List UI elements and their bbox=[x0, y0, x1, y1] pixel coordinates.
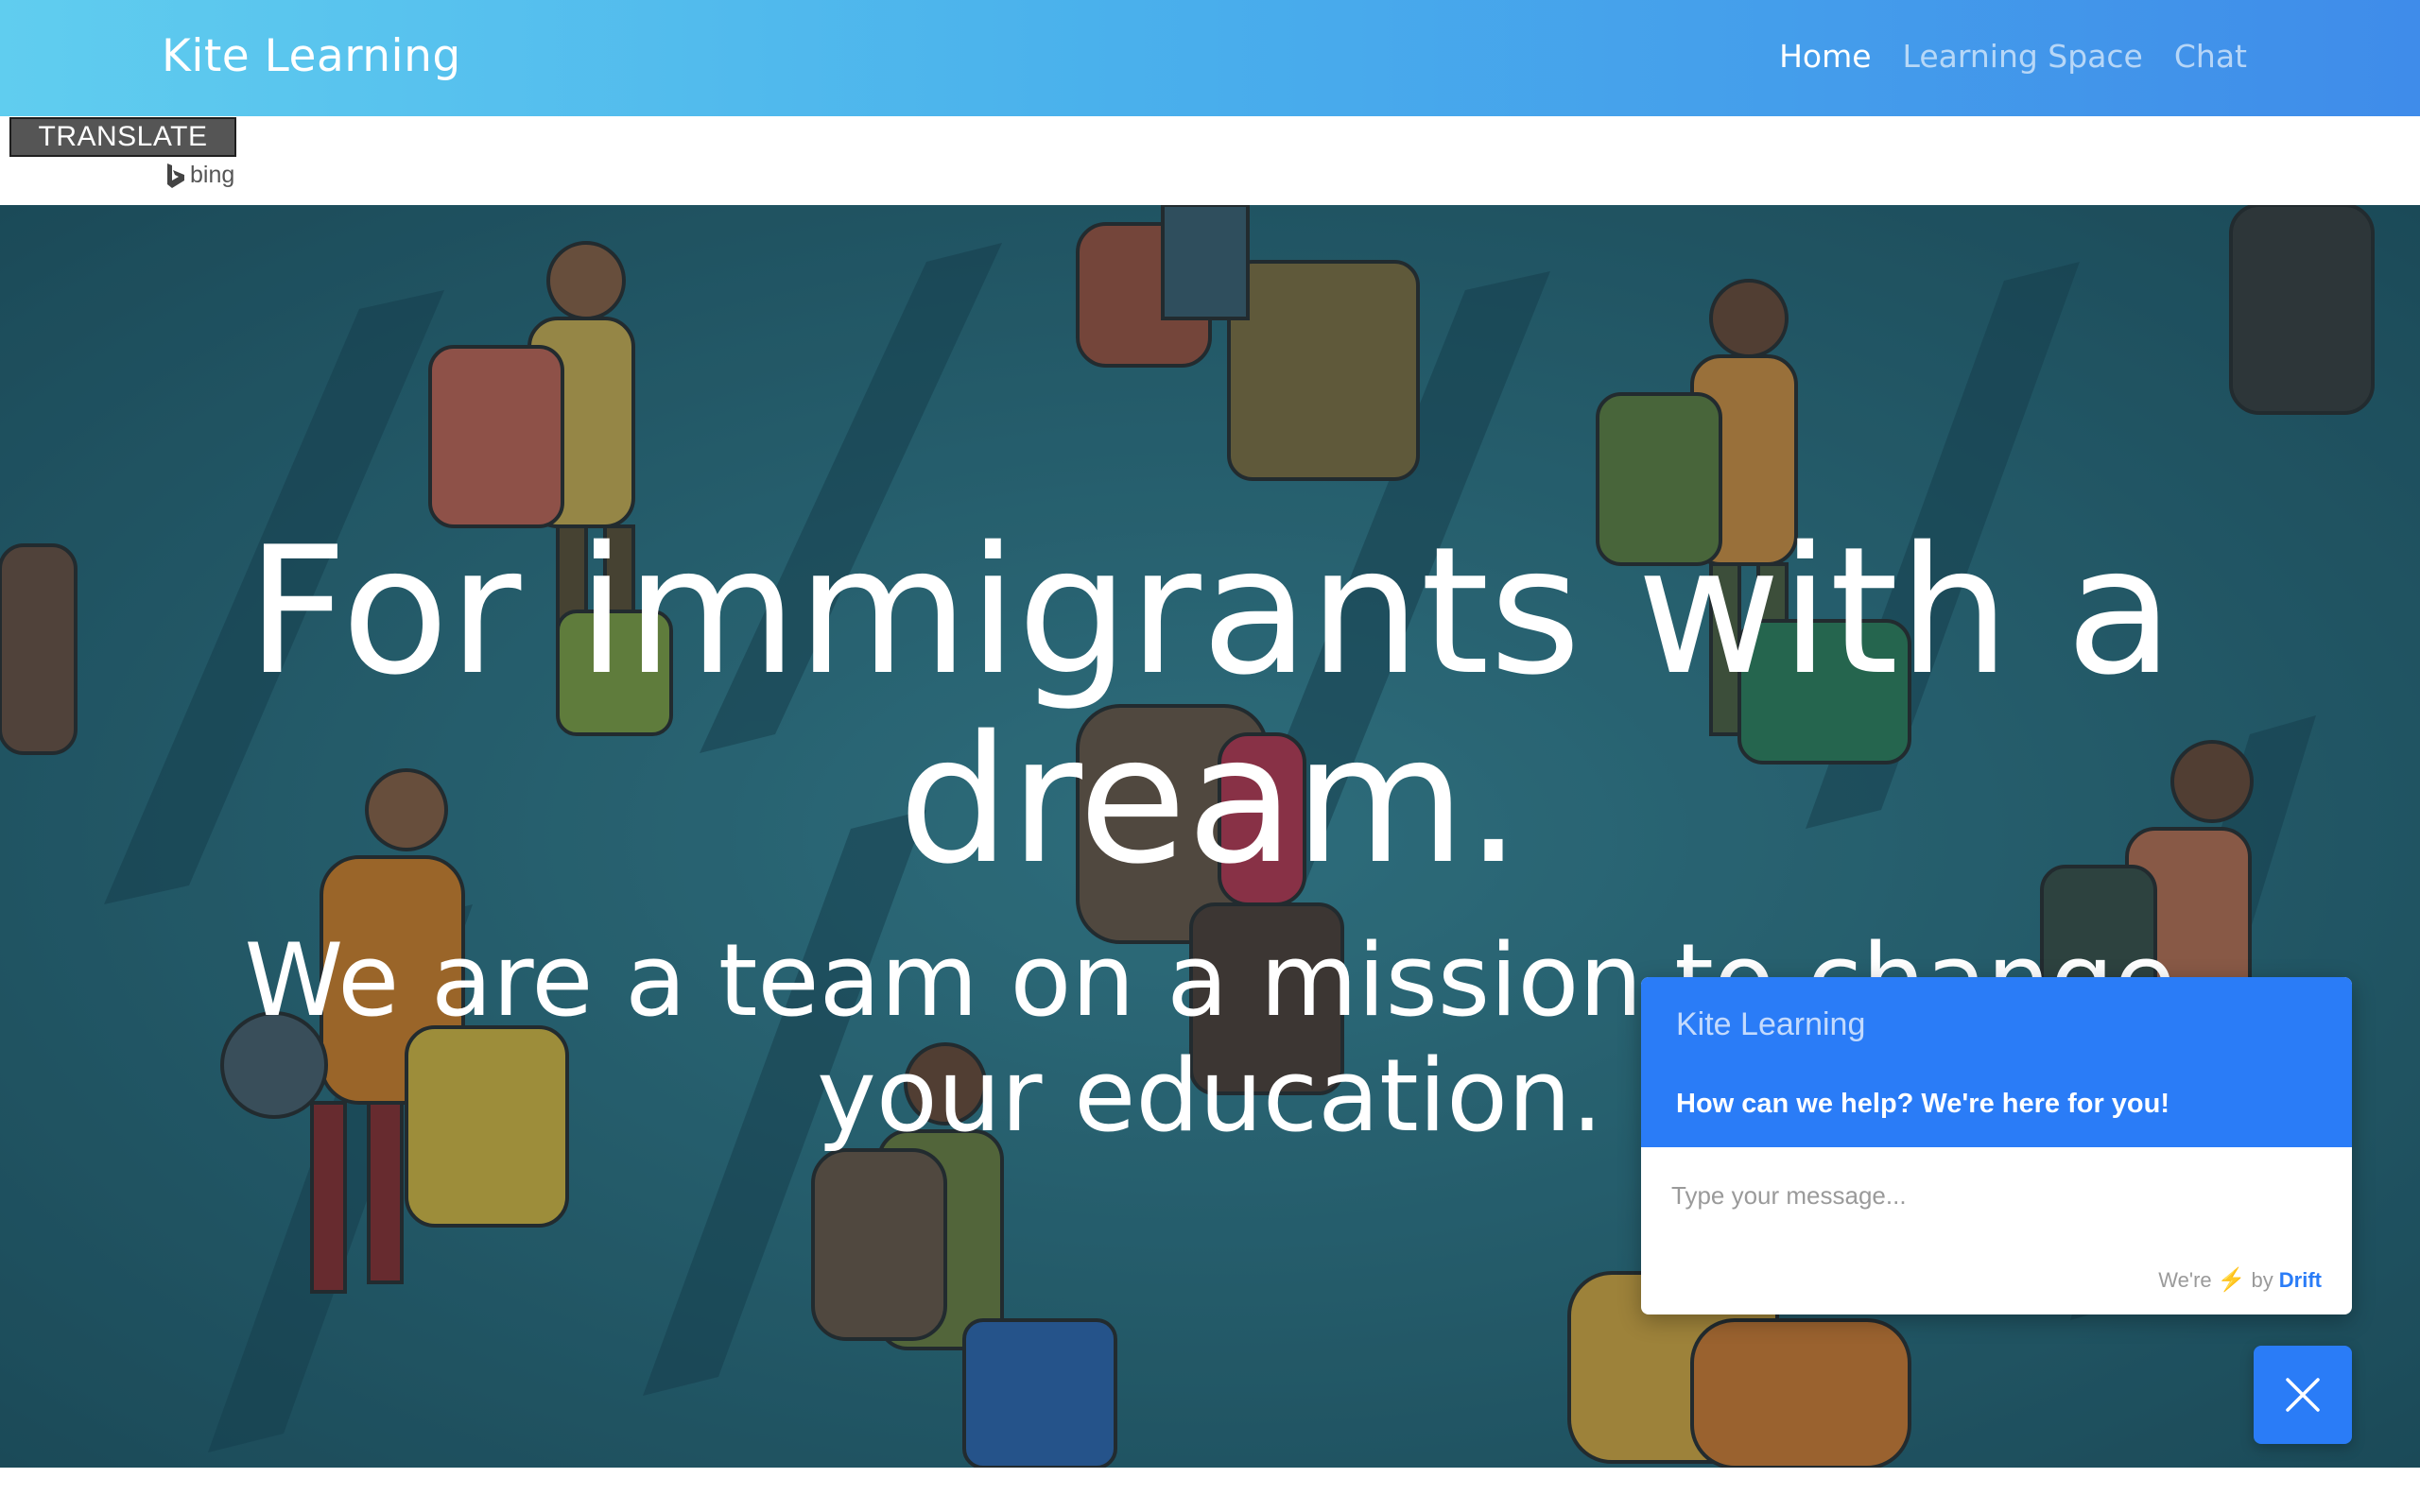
powered-prefix: We're bbox=[2158, 1267, 2212, 1292]
powered-by-drift[interactable]: We're ⚡ by Drift bbox=[2158, 1266, 2322, 1294]
translate-bar: TRANSLATE bing bbox=[0, 116, 2420, 205]
chat-message-input[interactable] bbox=[1669, 1172, 2322, 1219]
bing-label: bing bbox=[190, 162, 235, 188]
chat-header: Kite Learning How can we help? We're her… bbox=[1641, 977, 2352, 1147]
chat-widget: Kite Learning How can we help? We're her… bbox=[1641, 977, 2352, 1314]
nav-link-learning-space[interactable]: Learning Space bbox=[1903, 34, 2143, 79]
bottom-page-strip bbox=[0, 1468, 2420, 1512]
chat-close-button[interactable] bbox=[2254, 1346, 2352, 1444]
translate-button[interactable]: TRANSLATE bbox=[9, 117, 236, 157]
chat-company-name: Kite Learning bbox=[1676, 1006, 1866, 1042]
lightning-bolt-icon: ⚡ bbox=[2217, 1267, 2246, 1293]
brand-logo-text[interactable]: Kite Learning bbox=[162, 28, 461, 85]
bing-logo-icon bbox=[167, 163, 184, 188]
nav-link-chat[interactable]: Chat bbox=[2174, 34, 2247, 79]
bing-attribution[interactable]: bing bbox=[166, 162, 234, 189]
hero-title: For immigrants with a dream. bbox=[246, 508, 2174, 902]
chat-welcome-message: How can we help? We're here for you! bbox=[1676, 1089, 2170, 1119]
close-icon bbox=[2286, 1378, 2320, 1412]
chat-body: We're ⚡ by Drift bbox=[1641, 1147, 2352, 1314]
top-navbar: Kite Learning Home Learning Space Chat bbox=[0, 0, 2420, 116]
nav-links: Home Learning Space Chat bbox=[1779, 34, 2247, 79]
nav-link-home[interactable]: Home bbox=[1779, 34, 1871, 79]
powered-by-label: by bbox=[2251, 1267, 2273, 1292]
drift-brand-link[interactable]: Drift bbox=[2279, 1268, 2322, 1293]
